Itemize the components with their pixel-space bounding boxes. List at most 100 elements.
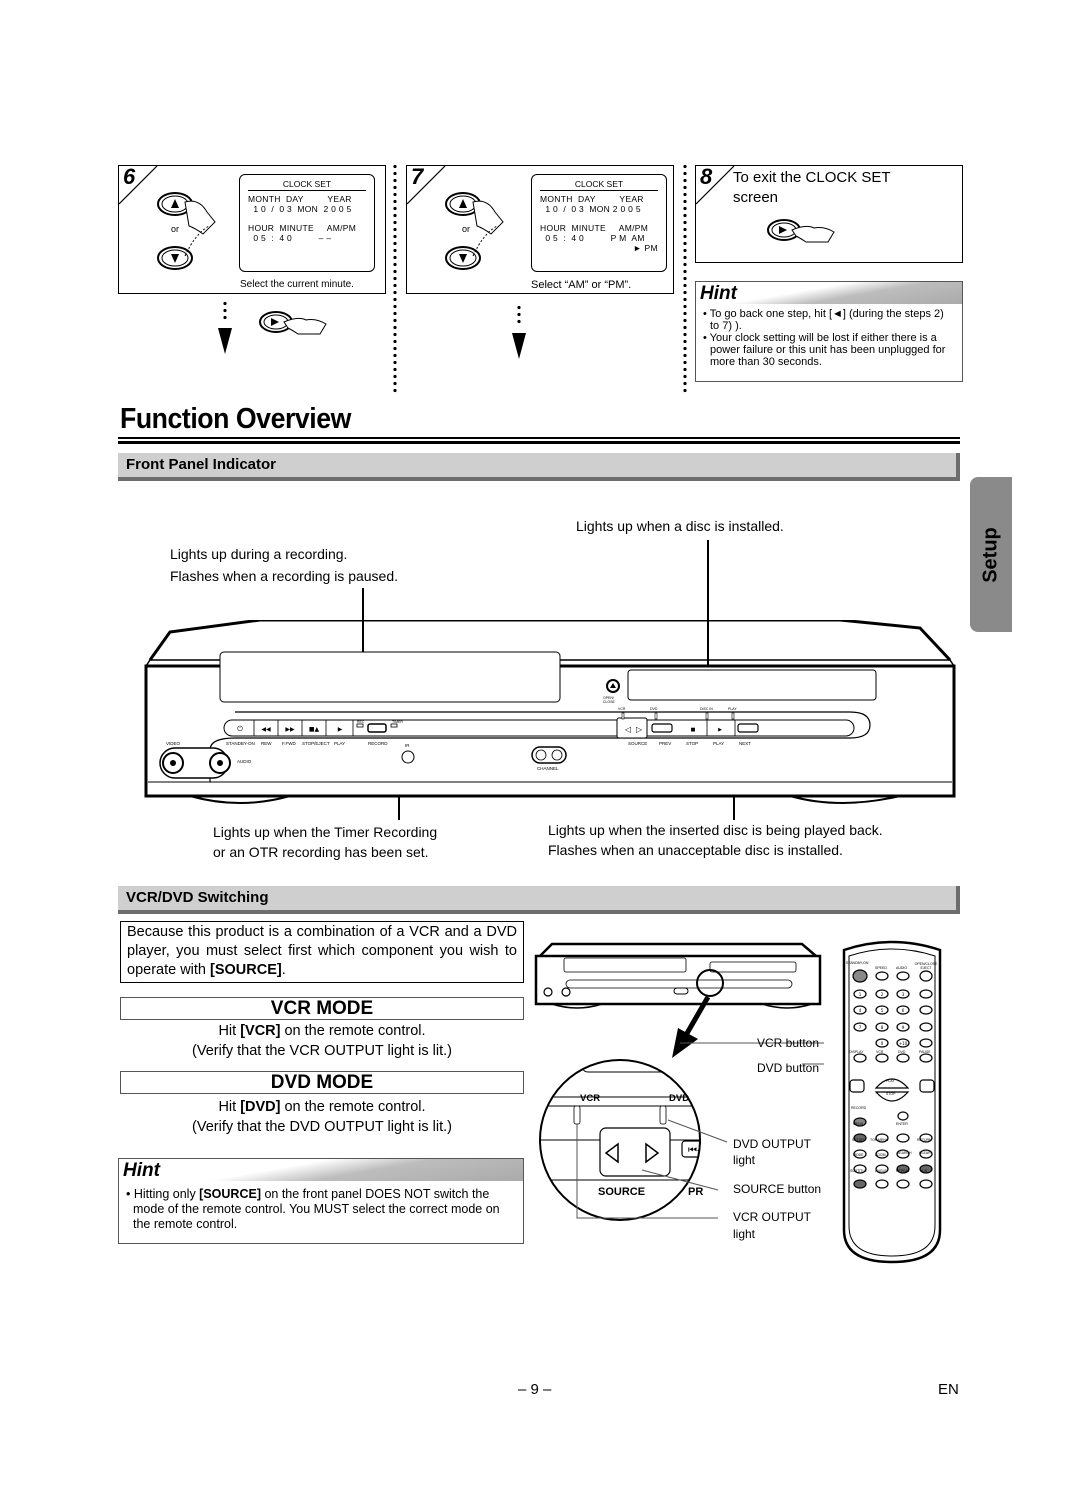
page-title: Function Overview (120, 403, 351, 435)
step-number: 8 (700, 164, 713, 189)
timer-led-label: TIMER (392, 720, 403, 724)
vcr-key-label: [VCR] (240, 1023, 281, 1039)
hint-box-source: Hint Hitting only [SOURCE] on the front … (118, 1158, 524, 1244)
hint-box-clock: Hint To go back one step, hit [◄] (durin… (695, 281, 963, 382)
ffwd-label: F.FWD (282, 741, 296, 746)
remote-open-close-label: OPEN/CLOSE EJECT (914, 962, 938, 970)
next-label: NEXT (739, 741, 752, 746)
setup-tab-label: Setup (979, 526, 1002, 583)
vcr-output-callout-2: light (733, 1227, 756, 1241)
section-header-front-panel: Front Panel Indicator (118, 453, 960, 481)
play-callout-line1: Lights up when the inserted disc is bein… (548, 822, 883, 838)
svg-text:⏮◀: ⏮◀ (688, 1145, 705, 1156)
dvd-output-callout-1: DVD OUTPUT (733, 1137, 811, 1151)
title-rule (118, 437, 960, 439)
remote-menu-label: MENU (853, 1122, 864, 1126)
step-instruction: To exit the CLOCK SET screen (733, 169, 891, 206)
prev-label: PREV (659, 741, 672, 746)
language-code: EN (938, 1381, 959, 1398)
svg-text:1: 1 (859, 992, 862, 997)
instr-text: on the remote control. (280, 1099, 426, 1115)
step-8-box: 8 To exit the CLOCK SET screen (695, 164, 963, 263)
remote-subtitle-label: SUBTITLE (850, 1169, 867, 1173)
page-number: – 9 – (518, 1381, 552, 1398)
dvd-mode-title: DVD MODE (120, 1071, 524, 1094)
svg-text:+10: +10 (899, 1041, 908, 1046)
remote-repeat-label: REPEAT (896, 1169, 910, 1173)
hint-list: To go back one step, hit [◄] (during the… (696, 304, 962, 372)
hint-list: Hitting only [SOURCE] on the front panel… (119, 1181, 523, 1236)
hint-item: Hitting only [SOURCE] on the front panel… (125, 1187, 517, 1232)
audio-jack-label: AUDIO (237, 759, 252, 764)
up-down-button-illustration (445, 192, 504, 270)
mag-source-label: SOURCE (598, 1186, 646, 1198)
timer-callout-line2: or an OTR recording has been set. (213, 844, 429, 860)
osd-pm-option: ► PM (532, 243, 658, 253)
channel-label: CHANNEL (537, 766, 559, 771)
rec-callout-line2: Flashes when a recording is paused. (170, 568, 399, 584)
remote-zoom-label: ZOOM (875, 1153, 886, 1157)
rew-label: REW (261, 741, 272, 746)
remote-setup-label: SETUP (852, 1138, 864, 1142)
play-label: PLAY (334, 741, 346, 746)
dotted-arrow-stem (223, 300, 227, 320)
next-step-arrow-icon (218, 328, 232, 354)
clock-set-osd: CLOCK SET MONTH DAY YEAR 1 0 / 0 3 MON 2… (531, 174, 667, 272)
play-button-press-illustration (767, 219, 835, 243)
vcr-mode-verify: (Verify that the VCR OUTPUT light is lit… (192, 1043, 452, 1059)
open-close-label: OPEN/ CLOSE (603, 696, 615, 704)
mag-prev-label: PR (688, 1186, 704, 1198)
osd-time-labels: HOUR MINUTE AM/PM (540, 223, 649, 233)
rec-led-label: REC (357, 720, 365, 724)
vcr-led-label: VCR (618, 707, 626, 711)
hint-title: Hint (123, 1160, 160, 1181)
osd-date-labels: MONTH DAY YEAR (540, 194, 644, 204)
disc-in-callout: Lights up when a disc is installed. (576, 518, 784, 534)
svg-text:2: 2 (881, 992, 884, 997)
remote-audio-label: AUDIO (896, 966, 908, 970)
dvd-key-label: [DVD] (240, 1099, 281, 1115)
step-number: 6 (123, 164, 136, 189)
dvd-mode-instruction: Hit [DVD] on the remote control. (120, 1098, 524, 1117)
osd-time-values: 0 5 : 4 0 – – (248, 233, 332, 243)
setup-section-tab[interactable]: Setup (970, 477, 1012, 632)
osd-time-labels: HOUR MINUTE AM/PM (248, 223, 357, 233)
stop-eject-label: STOP/EJECT (302, 741, 330, 746)
dvd-play-label: PLAY (713, 741, 725, 746)
disc-in-led-label: DISC IN (700, 707, 713, 711)
osd-title: CLOCK SET (540, 179, 658, 191)
dvd-mode-verify: (Verify that the DVD OUTPUT light is lit… (192, 1119, 452, 1135)
vcr-dvd-front-panel: ⏻ ◀◀ ▶▶ ■▲ ▶ ◁ ▷ ■ ▶ (144, 620, 956, 804)
instr-text: Hit (218, 1099, 241, 1115)
remote-ab-label: A-B (921, 1169, 927, 1173)
hint-text: Hitting only (133, 1187, 200, 1201)
vcr-button-callout: VCR button (757, 1036, 820, 1050)
up-down-button-illustration (157, 192, 216, 270)
vcr-mode-title: VCR MODE (120, 997, 524, 1020)
source-key-label: [SOURCE] (210, 962, 282, 978)
source-key-label: [SOURCE] (199, 1187, 261, 1201)
remote-dvd-label: DVD (898, 1050, 906, 1054)
hint-item: To go back one step, hit [◄] (during the… (702, 308, 956, 332)
instr-text: Hit (218, 1023, 241, 1039)
source-label: SOURCE (628, 741, 648, 746)
remote-clear-label: CLEAR (919, 1151, 931, 1155)
svg-text:◁: ◁ (624, 725, 631, 734)
hint-header: Hint (119, 1159, 523, 1181)
remote-enter-label: ENTER (896, 1122, 908, 1126)
remote-play-label: PLAY (886, 1079, 895, 1083)
step-number: 7 (411, 164, 424, 189)
dotted-arrow-stem (517, 304, 521, 326)
svg-text:3: 3 (902, 992, 905, 997)
remote-record-label: RECORD (851, 1106, 867, 1110)
step-caption: Select “AM” or “PM”. (531, 279, 632, 291)
osd-time-values: 0 5 : 4 0 P M AM (540, 233, 645, 243)
remote-standby-label: STANDBY-ON (846, 961, 869, 965)
rec-callout-line1: Lights up during a recording. (170, 546, 348, 562)
play-callout-line2: Flashes when an unacceptable disc is ins… (548, 842, 843, 858)
osd-date-values: 1 0 / 0 3 MON 2 0 0 5 (540, 204, 641, 214)
remote-angle-label: ANGLE (875, 1169, 887, 1173)
svg-text:■▲: ■▲ (309, 726, 320, 733)
or-label: or (462, 224, 471, 234)
ir-label: IR (405, 743, 410, 748)
